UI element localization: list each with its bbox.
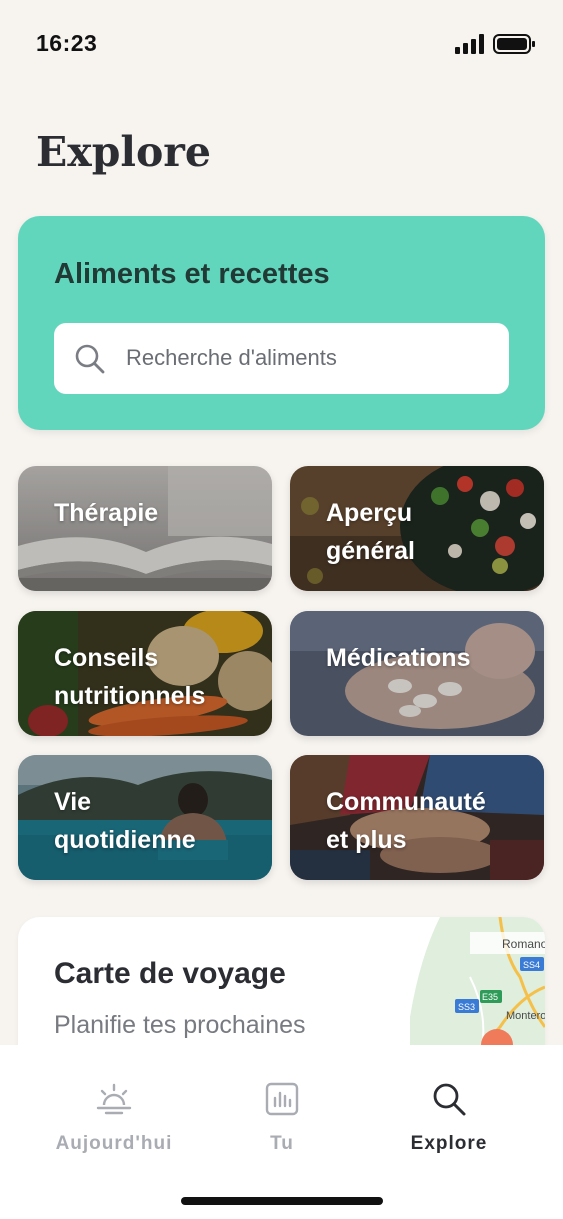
chart-icon — [265, 1082, 299, 1116]
battery-icon — [493, 34, 535, 54]
tile-therapie[interactable]: Thérapie — [18, 466, 272, 591]
status-time: 16:23 — [36, 30, 98, 56]
nav-item-today[interactable]: Aujourd'hui — [34, 1081, 194, 1171]
travel-card-subtitle: Planifie tes prochaines — [54, 1011, 306, 1039]
map-label: Romano — [502, 937, 545, 951]
search-icon — [433, 1083, 466, 1116]
tile-apercu-general[interactable]: Aperçu général — [290, 466, 544, 591]
map-road-badge: SS4 — [523, 960, 540, 970]
tile-vie-quotidienne[interactable]: Vie quotidienne — [18, 755, 272, 880]
foods-recipes-card[interactable]: Aliments et recettes Recherche d'aliment… — [18, 216, 545, 430]
sunrise-icon — [96, 1083, 132, 1115]
nav-item-explore[interactable]: Explore — [369, 1081, 529, 1171]
search-placeholder: Recherche d'aliments — [126, 345, 337, 370]
travel-card-title: Carte de voyage — [54, 957, 286, 990]
tile-label: Médications — [326, 644, 471, 672]
tile-label: Vie quotidienne — [54, 788, 196, 854]
home-indicator — [181, 1197, 383, 1205]
map-road-badge: SS3 — [458, 1002, 475, 1012]
nav-label: Tu — [270, 1133, 294, 1154]
tile-label: Thérapie — [54, 499, 159, 527]
tile-medications[interactable]: Médications — [290, 611, 544, 736]
food-search-input[interactable]: Recherche d'aliments — [54, 323, 509, 394]
bottom-nav: Aujourd'hui Tu Explore — [0, 1045, 563, 1219]
tile-communaute-et-plus[interactable]: Communauté et plus — [290, 755, 544, 880]
nav-label: Explore — [410, 1133, 488, 1154]
map-label: Monterotondo — [506, 1010, 545, 1022]
map-road-badge: E35 — [482, 992, 498, 1002]
page-title: Explore — [36, 128, 211, 176]
foods-card-title: Aliments et recettes — [54, 258, 330, 290]
tile-label: Communauté et plus — [326, 788, 486, 854]
tile-conseils-nutritionnels[interactable]: Conseils nutritionnels — [18, 611, 272, 736]
tile-label: Aperçu général — [326, 499, 415, 565]
tile-label: Conseils nutritionnels — [54, 644, 206, 710]
status-bar: 16:23 — [0, 0, 563, 90]
nav-item-tu[interactable]: Tu — [202, 1081, 362, 1171]
search-icon — [75, 344, 105, 374]
nav-label: Aujourd'hui — [55, 1133, 173, 1154]
signal-icon — [455, 34, 484, 54]
